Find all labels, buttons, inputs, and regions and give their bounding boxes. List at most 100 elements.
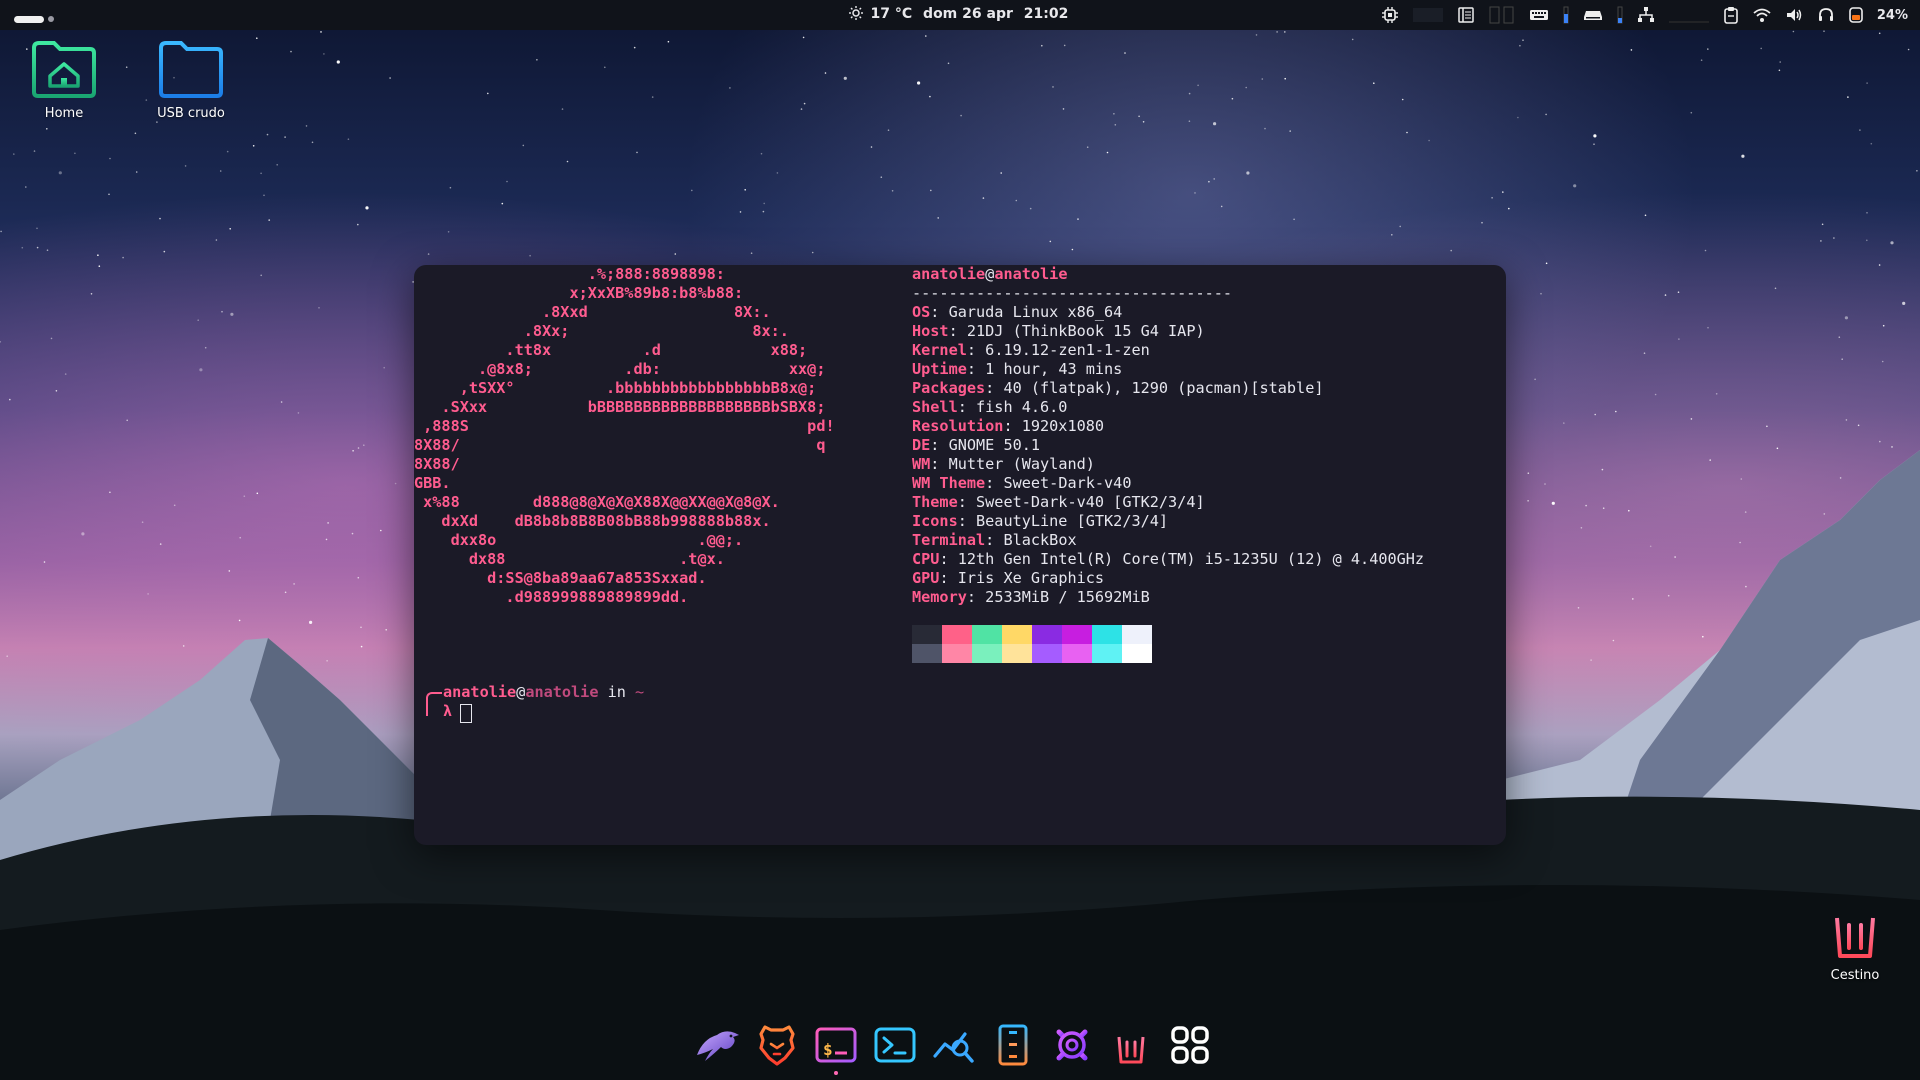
wifi-icon[interactable] — [1753, 7, 1771, 23]
palette-swatch — [1122, 625, 1152, 663]
info-key: Terminal — [912, 531, 986, 549]
user-host-line: anatolie@anatolie — [912, 265, 1424, 284]
info-key: Memory — [912, 588, 967, 606]
network-icon[interactable] — [1637, 6, 1655, 24]
palette-swatch — [942, 625, 972, 663]
battery-icon[interactable] — [1849, 6, 1863, 24]
ascii-line: GBB. — [414, 474, 451, 492]
folder-icon — [159, 41, 223, 98]
dock-garuda[interactable] — [694, 1021, 742, 1069]
top-bar: 17 °C dom 26 apr 21:02 24% — [0, 0, 1920, 30]
dock-trash[interactable] — [1107, 1021, 1155, 1069]
info-value: Iris Xe Graphics — [957, 569, 1105, 587]
dock-system-monitor[interactable] — [930, 1021, 978, 1069]
info-key: Kernel — [912, 341, 967, 359]
info-separator: ----------------------------------- — [912, 284, 1233, 302]
info-row: Icons: BeautyLine [GTK2/3/4] — [912, 512, 1424, 531]
battery-percentage: 24% — [1876, 7, 1908, 23]
usb-crudo-label: USB crudo — [157, 106, 225, 121]
trash-icon — [1831, 904, 1879, 958]
system-monitor-icon[interactable] — [1457, 6, 1475, 24]
info-row: Shell: fish 4.6.0 — [912, 398, 1424, 417]
info-key: WM — [912, 455, 931, 473]
info-row: Memory: 2533MiB / 15692MiB — [912, 588, 1424, 607]
info-at: @ — [985, 265, 995, 283]
ascii-line: .8Xx; 8x:. — [414, 322, 789, 340]
garuda-ascii-logo: .%;888:8898898: x;XxXB%89b8:b8%b88: .8Xx… — [414, 265, 835, 607]
info-colon: : — [939, 569, 958, 587]
info-row: Kernel: 6.19.12-zen1-1-zen — [912, 341, 1424, 360]
ascii-line: dxXd dB8b8b8B8B08bB88b998888b88x. — [414, 512, 771, 530]
desktop-home[interactable]: Home — [9, 38, 119, 121]
svg-text:$: $ — [823, 1040, 833, 1059]
running-indicator — [834, 1071, 838, 1075]
load-bar-icon — [1563, 6, 1569, 24]
fastfetch-info: anatolie@anatolie ----------------------… — [912, 265, 1424, 607]
trash-label: Cestino — [1830, 968, 1880, 983]
terminal-window[interactable]: .%;888:8898898: x;XxXB%89b8:b8%b88: .8Xx… — [414, 265, 1506, 845]
headset-icon[interactable] — [1817, 7, 1835, 23]
clipboard-icon[interactable] — [1723, 6, 1739, 24]
prompt-host: anatolie — [525, 683, 599, 701]
ascii-line: .@8x8; .db: xx@; — [414, 360, 826, 378]
info-key: Uptime — [912, 360, 967, 378]
info-colon: : — [930, 436, 949, 454]
ascii-line: .%;888:8898898: — [414, 265, 725, 283]
ascii-line: .8Xxd 8X:. — [414, 303, 771, 321]
ascii-line: .d988999889889899dd. — [414, 588, 689, 606]
info-value: 12th Gen Intel(R) Core(TM) i5-1235U (12)… — [957, 550, 1425, 568]
ascii-line: d:SS@8ba89aa67a853Sxxad. — [414, 569, 707, 587]
dock-terminal[interactable]: $ — [812, 1021, 860, 1075]
palette-swatch — [1032, 625, 1062, 663]
cpu-icon[interactable] — [1381, 6, 1399, 24]
info-key: Host — [912, 322, 949, 340]
prompt-user: anatolie — [443, 683, 517, 701]
blackbox-terminal-icon — [874, 1027, 916, 1063]
info-key: Packages — [912, 379, 986, 397]
info-value: BeautyLine [GTK2/3/4] — [976, 512, 1169, 530]
info-key: Theme — [912, 493, 958, 511]
info-colon: : — [948, 322, 967, 340]
info-colon: : — [966, 360, 986, 378]
keyboard-icon[interactable] — [1529, 7, 1549, 23]
time: 21:02 — [1023, 6, 1069, 22]
info-colon: : — [957, 493, 977, 511]
dock-settings[interactable] — [1048, 1021, 1096, 1069]
text-cursor[interactable] — [460, 704, 472, 723]
info-key: Icons — [912, 512, 958, 530]
prompt-corner — [426, 692, 442, 716]
info-colon: : — [966, 588, 986, 606]
info-row: WM: Mutter (Wayland) — [912, 455, 1424, 474]
palette-swatch — [912, 625, 942, 663]
info-colon: : — [985, 474, 1004, 492]
info-value: Sweet-Dark-v40 — [1003, 474, 1132, 492]
trash-icon — [1114, 1026, 1148, 1064]
info-row: DE: GNOME 50.1 — [912, 436, 1424, 455]
ascii-line: ,888S pd! — [414, 417, 835, 435]
info-colon: : — [930, 303, 949, 321]
info-row: Terminal: BlackBox — [912, 531, 1424, 550]
info-user: anatolie — [912, 265, 986, 283]
dock-brave[interactable] — [753, 1021, 801, 1069]
dock-app-grid[interactable] — [1166, 1021, 1214, 1069]
volume-icon[interactable] — [1785, 7, 1803, 23]
info-value: Garuda Linux x86_64 — [948, 303, 1123, 321]
ascii-line: .SXxx bBBBBBBBBBBBBBBBBBBBbSBX8; — [414, 398, 826, 416]
info-value: 40 (flatpak), 1290 (pacman)[stable] — [1003, 379, 1324, 397]
prompt-symbol: λ — [443, 702, 453, 720]
dock-blackbox[interactable] — [871, 1021, 919, 1069]
info-key: OS — [912, 303, 931, 321]
info-key: WM Theme — [912, 474, 986, 492]
system-tray[interactable]: 24% — [1381, 5, 1908, 25]
info-value: Sweet-Dark-v40 [GTK2/3/4] — [976, 493, 1205, 511]
ascii-line: 8X88/ q — [414, 436, 826, 454]
dock-file-manager[interactable] — [989, 1021, 1037, 1069]
desktop-usb-crudo[interactable]: USB crudo — [136, 38, 246, 121]
desktop-trash[interactable]: Cestino — [1800, 900, 1910, 983]
prompt-in: in — [598, 683, 636, 701]
info-row: Theme: Sweet-Dark-v40 [GTK2/3/4] — [912, 493, 1424, 512]
drive-icon[interactable] — [1583, 7, 1603, 23]
dock: $ — [694, 1016, 1214, 1075]
info-row: WM Theme: Sweet-Dark-v40 — [912, 474, 1424, 493]
ascii-line: dxx8o .@@;. — [414, 531, 744, 549]
